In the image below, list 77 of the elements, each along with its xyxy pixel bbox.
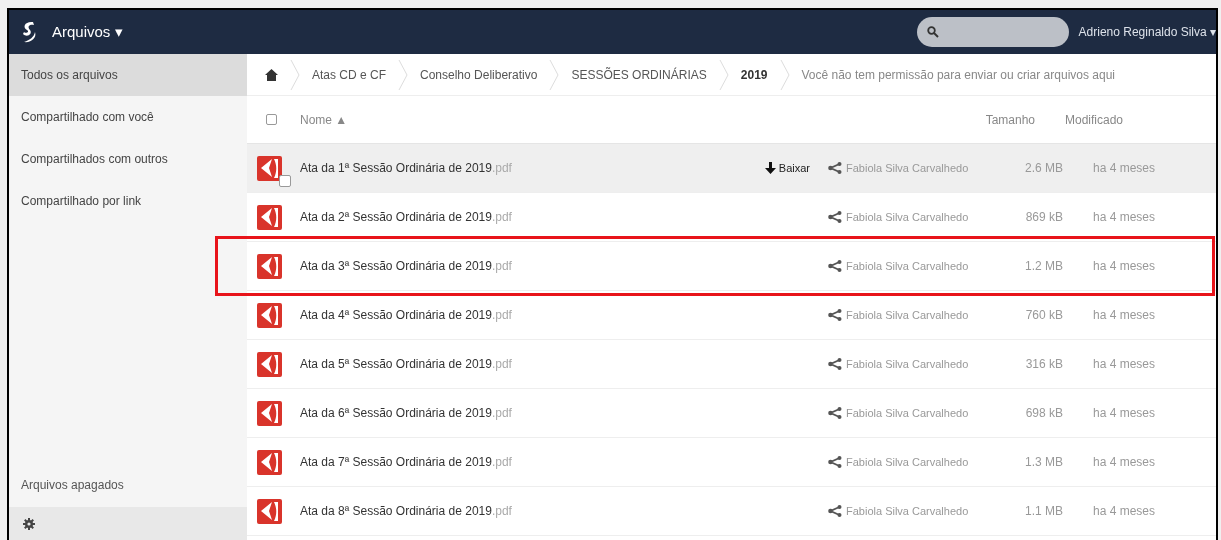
shared-by-text: Fabiola Silva Carvalhedo xyxy=(846,454,969,470)
sidebar-item[interactable]: Compartilhado com você xyxy=(9,96,247,138)
modified-time: ha 4 meses xyxy=(1093,160,1156,177)
file-name[interactable]: Ata da 2ª Sessão Ordinária de 2019.pdf xyxy=(300,208,705,226)
file-size: 760 kB xyxy=(1024,307,1063,324)
share-icon[interactable] xyxy=(828,309,842,321)
sidebar-item[interactable]: Arquivos apagados xyxy=(9,463,247,507)
shared-by-text: Fabiola Silva Carvalhedo xyxy=(846,405,969,421)
file-name[interactable]: Ata da 1ª Sessão Ordinária de 2019.pdf xyxy=(300,159,705,177)
pdf-file-icon xyxy=(257,400,282,426)
share-icon[interactable] xyxy=(828,162,842,174)
file-size: 1.2 MB xyxy=(1024,258,1063,275)
breadcrumb-link[interactable]: SESSÕES ORDINÁRIAS xyxy=(571,65,707,84)
pdf-file-icon xyxy=(257,351,282,377)
modified-time: ha 4 meses xyxy=(1093,356,1156,373)
settings-icon[interactable] xyxy=(23,517,35,530)
modified-time: ha 4 meses xyxy=(1093,503,1156,520)
shared-by-text: Fabiola Silva Carvalhedo xyxy=(846,356,969,372)
pdf-file-icon xyxy=(257,204,282,230)
modified-time: ha 4 meses xyxy=(1093,454,1156,471)
search-icon xyxy=(926,26,939,38)
modified-time: ha 4 meses xyxy=(1093,209,1156,226)
modified-time: ha 4 meses xyxy=(1093,405,1156,422)
file-name[interactable]: Ata da 6ª Sessão Ordinária de 2019.pdf xyxy=(300,404,705,422)
share-icon[interactable] xyxy=(828,407,842,419)
breadcrumb-separator-icon xyxy=(290,58,300,91)
modified-time: ha 4 meses xyxy=(1093,307,1156,324)
file-size: 316 kB xyxy=(1024,356,1063,373)
shared-by-text: Fabiola Silva Carvalhedo xyxy=(846,258,969,274)
column-header[interactable]: Modificado xyxy=(1065,110,1124,129)
share-icon[interactable] xyxy=(828,505,842,517)
download-icon xyxy=(764,162,776,174)
column-header[interactable]: Nome ▲ xyxy=(300,110,960,129)
home-icon[interactable] xyxy=(265,68,278,81)
select-all-checkbox[interactable] xyxy=(266,114,277,125)
share-icon[interactable] xyxy=(828,456,842,468)
file-size: 869 kB xyxy=(1024,209,1063,226)
modified-time: ha 4 meses xyxy=(1093,258,1156,275)
shared-by-text: Fabiola Silva Carvalhedo xyxy=(846,307,969,323)
file-name[interactable]: Ata da 7ª Sessão Ordinária de 2019.pdf xyxy=(300,453,705,471)
app-menu[interactable]: Arquivos ▾ xyxy=(52,20,123,44)
share-icon[interactable] xyxy=(828,211,842,223)
share-icon[interactable] xyxy=(828,260,842,272)
pdf-file-icon xyxy=(257,449,282,475)
breadcrumb-separator-icon xyxy=(779,58,790,91)
breadcrumb-separator-icon xyxy=(549,58,560,91)
shared-by-text: Fabiola Silva Carvalhedo xyxy=(846,209,969,225)
sidebar-item[interactable]: Compartilhado por link xyxy=(9,180,247,222)
pdf-file-icon xyxy=(257,253,282,279)
breadcrumb-link[interactable]: Atas CD e CF xyxy=(312,65,386,84)
file-size: 2.6 MB xyxy=(1024,160,1063,177)
column-header[interactable]: Tamanho xyxy=(960,110,1035,129)
breadcrumb-link[interactable]: 2019 xyxy=(740,65,768,84)
file-name[interactable]: Ata da 8ª Sessão Ordinária de 2019.pdf xyxy=(300,502,705,520)
file-size: 698 kB xyxy=(1024,405,1063,422)
sidebar-item[interactable]: Compartilhados com outros xyxy=(9,138,247,180)
file-size: 1.3 MB xyxy=(1024,454,1063,471)
file-name[interactable]: Ata da 4ª Sessão Ordinária de 2019.pdf xyxy=(300,306,705,324)
search-field[interactable] xyxy=(916,17,1069,47)
breadcrumb-separator-icon xyxy=(398,58,408,91)
share-icon[interactable] xyxy=(828,358,842,370)
file-name[interactable]: Ata da 5ª Sessão Ordinária de 2019.pdf xyxy=(300,355,705,373)
row-checkbox[interactable] xyxy=(279,174,291,187)
file-row[interactable]: Ata da 1ª Sessão Ordinária de 2019.pdf Baixar Fabiola Silva Carvalhedo 2.6 MB ha 4 meses xyxy=(247,144,1216,193)
pdf-file-icon xyxy=(257,155,282,181)
breadcrumb-link[interactable]: Conselho Deliberativo xyxy=(420,65,538,84)
breadcrumb-separator-icon xyxy=(718,58,729,91)
file-size: 1.1 MB xyxy=(1024,503,1063,520)
shared-by-text: Fabiola Silva Carvalhedo xyxy=(846,160,969,176)
pdf-file-icon xyxy=(257,498,282,524)
shared-by-text: Fabiola Silva Carvalhedo xyxy=(846,503,969,519)
download-button[interactable]: Baixar xyxy=(764,159,810,177)
file-name[interactable]: Ata da 3ª Sessão Ordinária de 2019.pdf xyxy=(300,257,705,275)
permission-notice: Você não tem permissão para enviar ou criar arquivos aqui xyxy=(801,66,1115,84)
sidebar-item[interactable]: Todos os arquivos xyxy=(9,54,247,96)
pdf-file-icon xyxy=(257,302,282,328)
user-menu[interactable]: Adrieno Reginaldo Silva ▾ xyxy=(1078,23,1216,41)
